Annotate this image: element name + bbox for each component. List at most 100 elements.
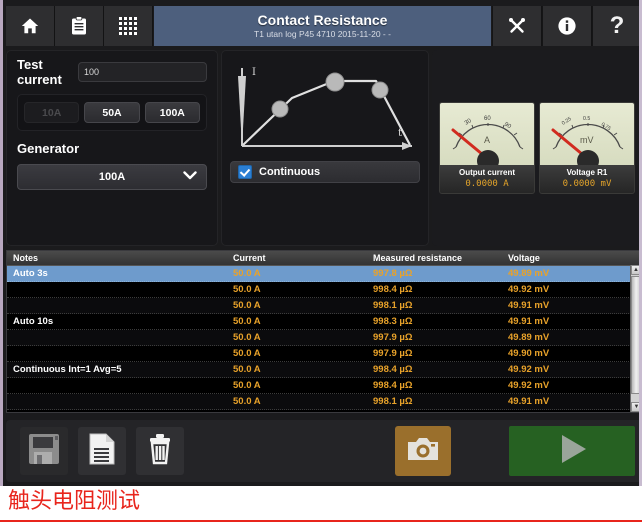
voltage-r1-number: 0.0000: [563, 179, 596, 189]
table-row[interactable]: 50.0 A 998.4 µΩ 49.92 mV: [7, 378, 641, 394]
cell-current: 50.0 A: [227, 348, 367, 359]
cell-current: 50.0 A: [227, 284, 367, 295]
cell-voltage: 49.91 mV: [502, 396, 627, 407]
caption-text: 触头电阻测试: [8, 489, 140, 515]
cell-resistance: 998.4 µΩ: [367, 284, 502, 295]
start-button[interactable]: [509, 426, 635, 476]
bottom-toolbar: [6, 420, 642, 482]
scroll-down-button[interactable]: ▼: [631, 402, 642, 412]
cell-resistance: 998.3 µΩ: [367, 316, 502, 327]
save-button: [20, 427, 68, 475]
output-current-gauge-face: 30 60 90 A: [440, 103, 534, 165]
grid-icon: [119, 17, 137, 35]
cell-current: 50.0 A: [227, 380, 367, 391]
cell-notes: Auto 10s: [7, 316, 227, 327]
voltage-r1-gauge-face: 0.25 0.5 0.75 mV: [540, 103, 634, 165]
voltage-r1-readout: Voltage R1 0.0000 mV: [540, 165, 634, 193]
preset-50a-button[interactable]: 50A: [84, 102, 139, 123]
cell-current: 50.0 A: [227, 268, 367, 279]
output-current-gauge: 30 60 90 A Output current 0.0000 A: [439, 102, 535, 194]
floppy-disk-icon: [27, 432, 61, 471]
cell-resistance: 997.9 µΩ: [367, 348, 502, 359]
table-row[interactable]: Auto 10s 50.0 A 998.3 µΩ 49.91 mV: [7, 314, 641, 330]
cell-current: 50.0 A: [227, 332, 367, 343]
cell-current: 50.0 A: [227, 396, 367, 407]
tools-icon: [507, 16, 527, 36]
caption-underline: [0, 520, 642, 522]
table-row[interactable]: 50.0 A 998.1 µΩ 49.91 mV: [7, 394, 641, 410]
scroll-up-button[interactable]: ▲: [631, 265, 641, 275]
cell-resistance: 998.1 µΩ: [367, 396, 502, 407]
measurements-table: Notes Current Measured resistance Voltag…: [6, 250, 642, 413]
output-current-value: 0.0000 A: [440, 178, 534, 190]
settings-button[interactable]: [492, 6, 542, 46]
waveform-panel: I t Continuous: [221, 50, 429, 246]
cell-resistance: 998.1 µΩ: [367, 300, 502, 311]
gauge-tick-075: 0.75: [600, 122, 612, 132]
cell-notes: Continuous Int=1 Avg=5: [7, 364, 227, 375]
cell-voltage: 49.89 mV: [502, 332, 627, 343]
screenshot-root: Contact Resistance T1 utan log P45 4710 …: [0, 0, 642, 528]
generator-selected-value: 100A: [99, 171, 125, 183]
voltage-r1-value: 0.0000 mV: [540, 178, 634, 190]
cell-current: 50.0 A: [227, 300, 367, 311]
instrument-screen: Contact Resistance T1 utan log P45 4710 …: [0, 0, 642, 486]
table-row[interactable]: 50.0 A 998.4 µΩ 49.92 mV: [7, 282, 641, 298]
gauge-face-unit-mv: mV: [580, 135, 594, 145]
table-scrollbar[interactable]: ▲ ▼: [630, 265, 641, 412]
help-button[interactable]: ?: [592, 6, 642, 46]
chevron-down-icon: [183, 171, 197, 183]
app-header: Contact Resistance T1 utan log P45 4710 …: [6, 6, 642, 46]
generator-select[interactable]: 100A: [17, 164, 207, 190]
page-title: Contact Resistance T1 utan log P45 4710 …: [153, 6, 492, 46]
test-current-row: Test current: [17, 59, 207, 85]
continuous-label: Continuous: [259, 166, 320, 178]
output-current-unit: A: [503, 179, 508, 189]
continuous-checkbox-row[interactable]: Continuous: [230, 161, 420, 183]
meters-panel: 30 60 90 A Output current 0.0000 A: [432, 50, 642, 246]
test-current-label: Test current: [17, 57, 70, 87]
table-row[interactable]: 50.0 A 997.9 µΩ 49.89 mV: [7, 330, 641, 346]
gauge-tick-05: 0.5: [583, 116, 590, 122]
cell-voltage: 49.92 mV: [502, 380, 627, 391]
page-subtitle-text: T1 utan log P45 4710 2015-11-20 - -: [254, 29, 391, 40]
camera-icon: [406, 435, 440, 468]
reports-button[interactable]: [55, 6, 104, 46]
voltage-r1-gauge: 0.25 0.5 0.75 mV Voltage R1 0.0000 mV: [539, 102, 635, 194]
generator-label: Generator: [17, 141, 207, 156]
cell-resistance: 998.4 µΩ: [367, 364, 502, 375]
home-button[interactable]: [6, 6, 55, 46]
current-waveform-chart: I t: [230, 58, 422, 156]
column-header-notes: Notes: [7, 253, 227, 263]
table-row[interactable]: Auto 3s 50.0 A 997.8 µΩ 49.89 mV: [7, 266, 641, 282]
document-icon: [86, 432, 118, 471]
screenshot-button[interactable]: [395, 426, 451, 476]
scrollbar-thumb[interactable]: [631, 276, 642, 394]
gauge-tick-025: 0.25: [561, 116, 573, 126]
table-row[interactable]: Continuous Int=1 Avg=5 50.0 A 998.4 µΩ 4…: [7, 362, 641, 378]
menu-grid-button[interactable]: [104, 6, 153, 46]
home-icon: [20, 16, 40, 36]
column-header-resistance: Measured resistance: [367, 253, 502, 263]
cell-voltage: 49.90 mV: [502, 348, 627, 359]
cell-current: 50.0 A: [227, 364, 367, 375]
info-button[interactable]: [542, 6, 592, 46]
cell-voltage: 49.89 mV: [502, 268, 627, 279]
help-icon: ?: [610, 14, 625, 38]
test-current-input[interactable]: [78, 62, 207, 82]
report-button[interactable]: [78, 427, 126, 475]
table-row[interactable]: 50.0 A 997.9 µΩ 49.90 mV: [7, 346, 641, 362]
cell-voltage: 49.91 mV: [502, 300, 627, 311]
output-current-readout: Output current 0.0000 A: [440, 165, 534, 193]
preset-100a-button[interactable]: 100A: [145, 102, 200, 123]
voltage-r1-unit: mV: [601, 179, 612, 189]
cell-voltage: 49.92 mV: [502, 364, 627, 375]
table-row[interactable]: 50.0 A 998.1 µΩ 49.91 mV: [7, 298, 641, 314]
gauge-tick-60: 60: [484, 116, 491, 122]
continuous-checkbox[interactable]: [238, 165, 252, 179]
preset-current-group: 10A 50A 100A: [17, 94, 207, 131]
delete-button[interactable]: [136, 427, 184, 475]
waveform-y-label: I: [252, 67, 256, 78]
output-current-number: 0.0000: [465, 179, 498, 189]
trash-icon: [144, 432, 176, 471]
